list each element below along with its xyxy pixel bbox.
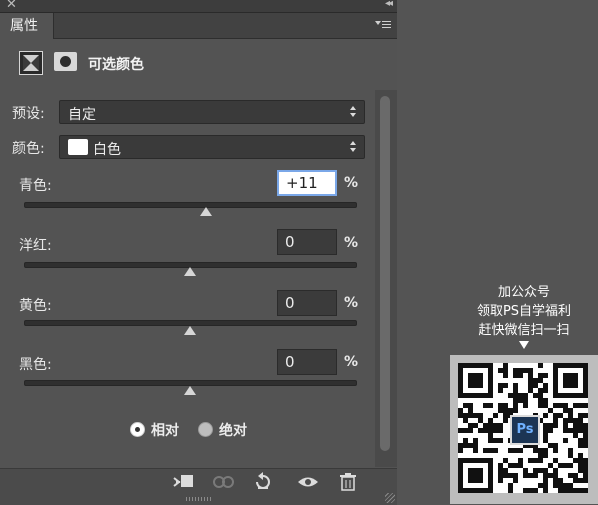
scrollbar[interactable] <box>375 90 397 467</box>
color-select[interactable]: 白色 <box>59 135 365 159</box>
percent-unit: % <box>344 354 359 370</box>
absolute-radio[interactable] <box>198 422 213 437</box>
percent-unit: % <box>344 295 359 311</box>
slider-value-input[interactable]: +11 <box>277 170 337 196</box>
preset-label: 预设: <box>12 106 45 122</box>
promo-line: 领取PS自学福利 <box>476 304 572 319</box>
slider-thumb[interactable] <box>200 207 213 216</box>
resize-handle[interactable] <box>385 493 395 503</box>
percent-unit: % <box>344 235 359 251</box>
layer-mask-icon[interactable] <box>54 52 77 71</box>
slider-label: 青色: <box>19 178 52 194</box>
delete-icon[interactable] <box>337 472 359 494</box>
slider-label: 黑色: <box>19 357 52 373</box>
tab-bar: 属性 <box>0 13 397 39</box>
toggle-visibility-icon[interactable] <box>296 472 320 494</box>
collapse-icon[interactable]: ◂◂ <box>385 0 393 9</box>
panel-grip[interactable] <box>186 497 211 501</box>
color-value: 白色 <box>93 142 121 158</box>
preset-select[interactable]: 自定 <box>59 100 365 124</box>
properties-panel: ✕ ◂◂ 属性 可选颜色 预设: 自定 颜色: 白色 青色: +11 % 洋红:… <box>0 0 397 505</box>
adjustment-layer-icon[interactable] <box>19 51 43 75</box>
promo-text: 加公众号 领取PS自学福利 赶快微信扫一扫 <box>450 283 598 349</box>
reset-icon[interactable] <box>251 472 275 494</box>
slider-thumb[interactable] <box>183 326 196 335</box>
color-swatch <box>68 139 88 155</box>
scrollbar-thumb[interactable] <box>380 96 390 451</box>
slider-label: 洋红: <box>19 238 52 254</box>
relative-radio[interactable] <box>130 422 145 437</box>
select-arrows-icon <box>350 106 357 118</box>
percent-unit: % <box>344 175 359 191</box>
promo-line: 赶快微信扫一扫 <box>478 323 570 338</box>
absolute-label: 绝对 <box>219 423 247 439</box>
slider-thumb[interactable] <box>183 267 196 276</box>
slider-value-input[interactable]: 0 <box>277 290 337 316</box>
panel-top-strip: ✕ ◂◂ <box>0 0 397 13</box>
panel-footer <box>0 468 397 505</box>
promo-line: 加公众号 <box>497 285 550 300</box>
slider-thumb[interactable] <box>183 386 196 395</box>
clip-to-layer-icon[interactable] <box>170 472 196 494</box>
close-icon[interactable]: ✕ <box>6 0 17 12</box>
relative-label: 相对 <box>151 423 179 439</box>
view-previous-state-icon[interactable] <box>210 472 238 494</box>
select-arrows-icon <box>350 141 357 153</box>
preset-value: 自定 <box>68 107 96 123</box>
slider-value-input[interactable]: 0 <box>277 349 337 375</box>
down-arrow-icon <box>519 341 529 349</box>
slider-track[interactable] <box>24 202 357 208</box>
tab-properties[interactable]: 属性 <box>0 13 54 39</box>
slider-label: 黄色: <box>19 298 52 314</box>
photoshop-logo-icon: Ps <box>510 415 540 445</box>
color-label: 颜色: <box>12 141 45 157</box>
slider-value-input[interactable]: 0 <box>277 229 337 255</box>
panel-menu-icon[interactable] <box>375 18 391 32</box>
panel-title: 可选颜色 <box>88 57 144 73</box>
